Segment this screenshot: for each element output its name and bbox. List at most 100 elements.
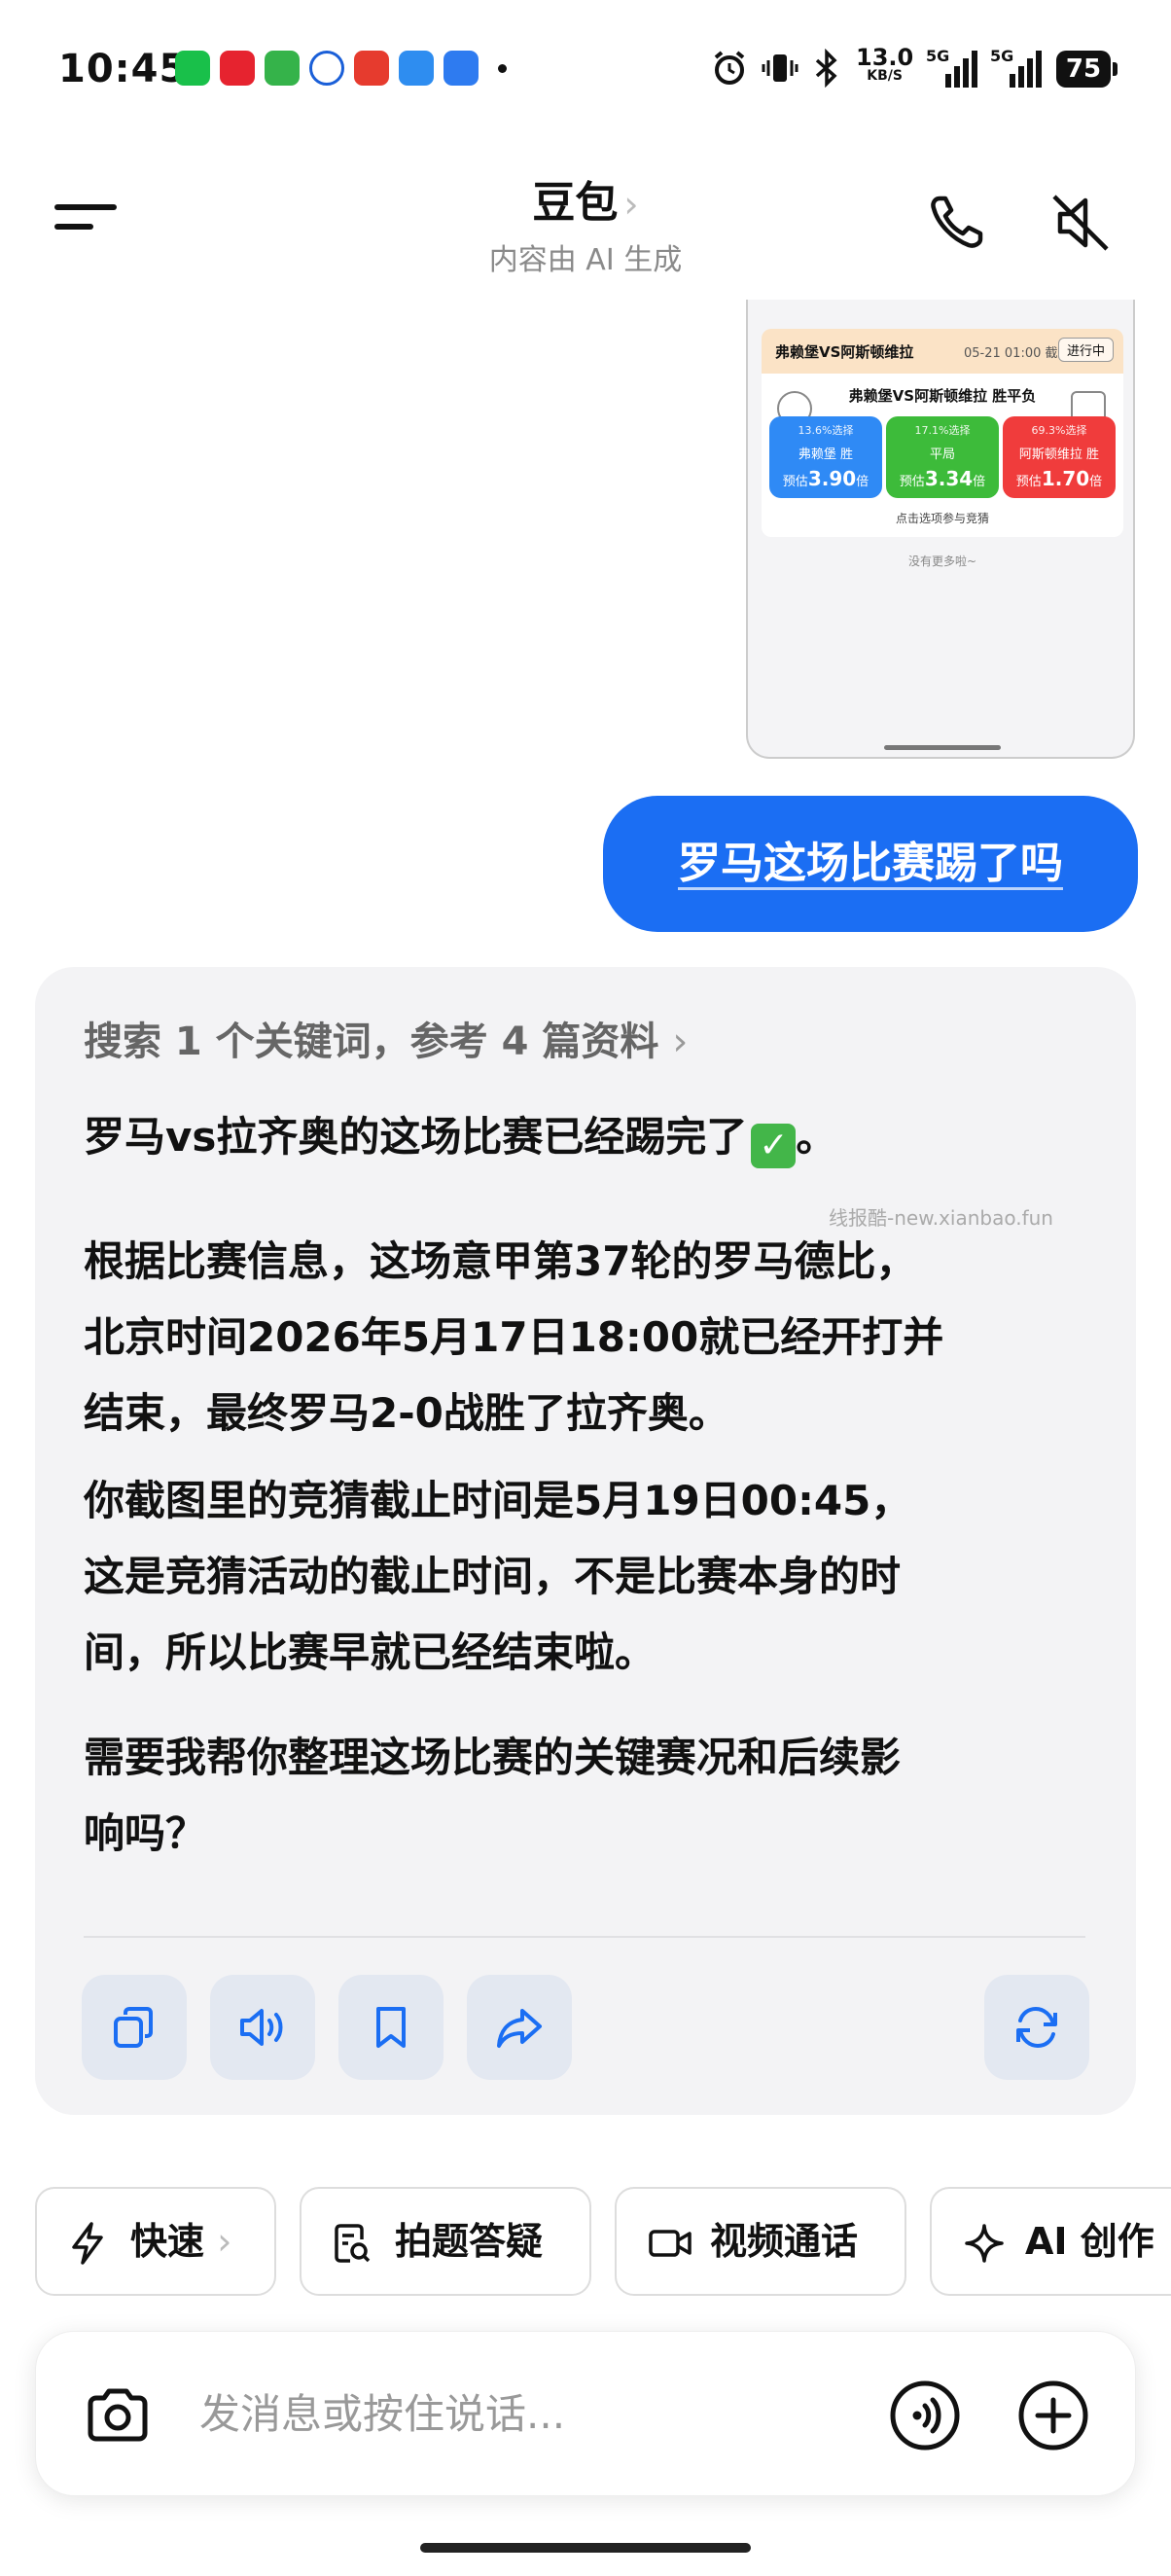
text-span: 吗？ — [124, 1809, 207, 1857]
text-bold: 已经踢完了 — [543, 1113, 748, 1161]
message-input[interactable]: 发消息或按住说话... — [199, 2332, 565, 2497]
net-speed-value: 13.0 — [856, 44, 914, 71]
app-notification-icon — [354, 51, 389, 86]
option-percent: 69.3%选择 — [1031, 424, 1087, 437]
regenerate-button[interactable] — [984, 1975, 1089, 2080]
read-aloud-button[interactable] — [210, 1975, 315, 2080]
voice-input-icon[interactable] — [888, 2379, 962, 2452]
text-line: 根据比赛信息，这场意甲第37轮的罗马德比， — [84, 1237, 917, 1285]
text-line: 这是竞猜活动的截止时间，不是比赛本身的时 — [84, 1553, 902, 1600]
chip-ai-create[interactable]: AI 创作 — [930, 2187, 1171, 2296]
share-button[interactable] — [467, 1975, 572, 2080]
option-percent: 13.6%选择 — [798, 424, 854, 437]
text-line: 间，所以比赛早就已经结束啦。 — [84, 1628, 656, 1676]
camera-icon[interactable] — [81, 2379, 155, 2452]
attached-screenshot[interactable]: 弗赖堡VS阿斯顿维拉 05-21 01:00 截止 进行中 弗赖堡VS阿斯顿维拉… — [746, 300, 1135, 759]
status-bar: 10:45 13.0 KB/S 5G 5G 75 — [0, 0, 1171, 136]
alarm-icon — [714, 51, 745, 85]
text-line: 北京时间2026年5月17日18:00就已经开打并 — [84, 1313, 944, 1361]
search-reference-link[interactable]: 搜索 1 个关键词，参考 4 篇资料 › — [84, 1010, 688, 1066]
chat-title-area[interactable]: 豆包 › 内容由 AI 生成 — [0, 167, 1171, 278]
check-mark-icon: ✓ — [751, 1124, 797, 1168]
option-name: 平局 — [929, 447, 955, 462]
photo-search-icon — [335, 2224, 371, 2263]
chip-label: 视频通话 — [710, 2220, 859, 2263]
signal-label: 5G — [990, 47, 1014, 65]
ai-message-card: 搜索 1 个关键词，参考 4 篇资料 › 罗马vs拉齐奥的这场比赛已经踢完了 ✓。 … — [35, 967, 1136, 2115]
sparkle-icon — [965, 2224, 1004, 2263]
chat-title[interactable]: 豆包 › — [0, 167, 1171, 230]
refresh-icon — [1016, 2006, 1057, 2049]
odds-suffix: 倍 — [1089, 475, 1103, 489]
chip-photo-qa[interactable]: 拍题答疑 — [300, 2187, 591, 2296]
screenshot-bet-card: 弗赖堡VS阿斯顿维拉 胜平负 13.6%选择 弗赖堡 胜 预估3.90倍 17.… — [762, 374, 1123, 537]
home-indicator[interactable] — [420, 2543, 751, 2553]
chevron-right-icon: › — [217, 2220, 232, 2263]
option-odds: 预估3.90倍 — [769, 467, 882, 490]
ai-paragraph-3: 你截图里的竞猜截止时间是5月19日00:45， 这是竞猜活动的截止时间，不是比赛… — [84, 1463, 1095, 1691]
chip-video-call[interactable]: 视频通话 — [615, 2187, 906, 2296]
text-line: 你截图里的竞猜截止时间是5月19日00:45， — [84, 1477, 912, 1524]
chat-header: 豆包 › 内容由 AI 生成 — [0, 156, 1171, 282]
odds-value: 3.34 — [924, 467, 974, 490]
odds-prefix: 预估 — [899, 475, 925, 489]
ai-paragraph-4: 需要我帮你整理这场比赛的关键赛况和后续影 响吗？ — [84, 1720, 1095, 1872]
chevron-right-icon: › — [623, 183, 639, 226]
text-line: 需要我帮你整理这场比赛的关键赛况和后续影 — [84, 1720, 1095, 1796]
app-notification-icon — [220, 51, 255, 86]
text-bold: 响 — [84, 1809, 125, 1857]
screenshot-home-bar — [884, 745, 1001, 750]
more-notifications-icon — [498, 64, 507, 73]
share-icon — [497, 2009, 542, 2048]
lightning-icon — [72, 2222, 103, 2265]
ai-generated-note: 内容由 AI 生成 — [488, 243, 683, 277]
bookmark-icon — [376, 2007, 406, 2048]
chevron-right-icon: › — [672, 1020, 689, 1064]
text-line: 响吗？ — [84, 1796, 1095, 1872]
option-odds: 预估1.70倍 — [1003, 467, 1116, 490]
copy-button[interactable] — [82, 1975, 187, 2080]
signal-icon: 5G — [990, 47, 1048, 88]
app-notification-icon — [309, 51, 344, 86]
screenshot-option: 17.1%选择 平局 预估3.34倍 — [886, 416, 999, 498]
option-name: 弗赖堡 胜 — [798, 447, 854, 462]
chip-label: AI 创作 — [1025, 2220, 1154, 2263]
text-span: 。 — [796, 1113, 837, 1161]
screenshot-more-text: 没有更多啦~ — [907, 555, 977, 568]
odds-value: 1.70 — [1041, 467, 1090, 490]
odds-prefix: 预估 — [1015, 475, 1042, 489]
screenshot-match-header: 弗赖堡VS阿斯顿维拉 05-21 01:00 截止 进行中 — [762, 329, 1123, 374]
odds-value: 3.90 — [807, 467, 857, 490]
screenshot-deadline: 05-21 01:00 截止 — [964, 346, 1071, 361]
ai-paragraph-2: 根据比赛信息，这场意甲第37轮的罗马德比， 北京时间2026年5月17日18:0… — [84, 1224, 1095, 1451]
app-notification-icon — [399, 51, 434, 86]
add-icon[interactable] — [1016, 2379, 1090, 2452]
user-message-bubble[interactable]: 罗马这场比赛踢了吗 — [603, 796, 1138, 932]
phone-icon[interactable] — [922, 189, 990, 257]
screenshot-match-title: 弗赖堡VS阿斯顿维拉 — [775, 343, 914, 361]
chip-fast-mode[interactable]: 快速 › — [35, 2187, 276, 2296]
text-bold: 关键赛况和后续影 — [574, 1734, 902, 1781]
option-odds: 预估3.34倍 — [886, 467, 999, 490]
bluetooth-icon — [815, 49, 837, 88]
status-time: 10:45 — [58, 47, 188, 91]
battery-indicator: 75 — [1056, 51, 1118, 88]
screenshot-question: 弗赖堡VS阿斯顿维拉 胜平负 — [848, 387, 1037, 405]
net-speed: 13.0 KB/S — [856, 44, 914, 84]
vibrate-icon — [762, 54, 798, 82]
chip-text: 快速 — [130, 2220, 205, 2263]
ai-paragraph-1: 罗马vs拉齐奥的这场比赛已经踢完了 ✓。 — [84, 1099, 1095, 1175]
bookmark-button[interactable] — [338, 1975, 444, 2080]
text-span: 需要我帮你整理这场比赛的 — [84, 1734, 575, 1781]
odds-suffix: 倍 — [973, 475, 986, 489]
app-notification-icon — [444, 51, 479, 86]
signal-label: 5G — [926, 47, 950, 65]
screenshot-hint: 点击选项参与竞猜 — [895, 512, 989, 525]
speaker-muted-icon[interactable] — [1047, 189, 1115, 257]
user-message-text: 罗马这场比赛踢了吗 — [678, 839, 1063, 888]
wechat-icon — [175, 51, 210, 86]
bot-name: 豆包 — [532, 178, 619, 228]
message-icon — [265, 51, 300, 86]
screenshot-option: 69.3%选择 阿斯顿维拉 胜 预估1.70倍 — [1003, 416, 1116, 498]
speaker-icon — [240, 2009, 283, 2046]
